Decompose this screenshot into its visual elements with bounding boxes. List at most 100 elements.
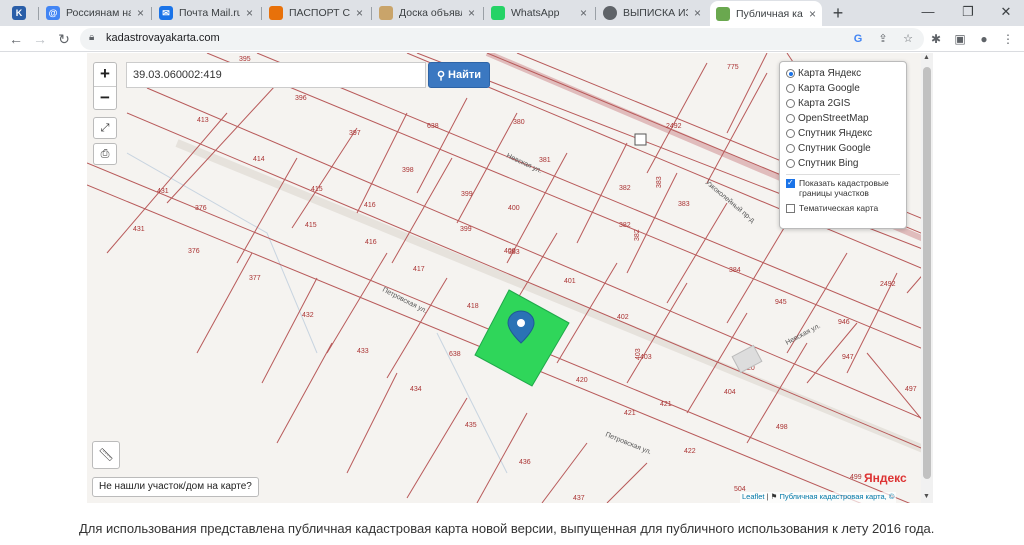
tab-publichnaya-karta[interactable]: Публичная карт × (710, 1, 822, 26)
back-button[interactable]: ← (6, 29, 26, 49)
parcel-boundary-line (416, 97, 468, 194)
menu-icon[interactable]: ⋮ (1000, 31, 1016, 47)
layer-option[interactable]: Карта Google (786, 81, 900, 96)
zoom-control: + − (93, 62, 117, 110)
google-icon[interactable]: G (850, 31, 866, 47)
checkbox-icon[interactable] (786, 178, 795, 188)
radio-icon[interactable] (786, 159, 795, 168)
parcel-label: 416 (364, 202, 376, 209)
radio-icon[interactable] (786, 84, 795, 93)
layer-option[interactable]: Карта Яндекс (786, 66, 900, 81)
side-panel-icon[interactable]: ▣ (952, 31, 968, 47)
profile-icon[interactable]: ● (976, 31, 992, 47)
close-window-button[interactable]: ✕ (986, 2, 1024, 22)
layer-option[interactable]: Спутник Bing (786, 156, 900, 171)
parcel-boundary-line (846, 272, 898, 374)
parcel-label: 638 (427, 123, 439, 130)
tab-label: Публичная карт (736, 7, 803, 20)
layer-option[interactable]: Спутник Google (786, 141, 900, 156)
parcel-label: 401 (564, 278, 576, 285)
parcel-label: 400 (504, 248, 516, 255)
parcel-label: 418 (467, 303, 479, 310)
parcel-label: 437 (573, 495, 585, 502)
address-bar[interactable]: 🔒︎ kadastrovayakarta.com G ⇪ ☆ (80, 28, 924, 50)
tab-whatsapp[interactable]: WhatsApp × (485, 2, 593, 24)
map-scroll-thumb[interactable] (923, 67, 931, 479)
layer-option[interactable]: Карта 2GIS (786, 96, 900, 111)
search-button-label: Найти (448, 69, 482, 81)
parcel-label: 2492 (666, 123, 682, 130)
print-icon[interactable]: ⎙ (93, 143, 117, 165)
yandex-logo: Яндекс (864, 471, 907, 485)
parcel-label: 434 (410, 386, 422, 393)
tab-rossiyanam[interactable]: @ Россиянам напо × (40, 2, 150, 24)
close-icon[interactable]: × (694, 6, 701, 20)
radio-icon[interactable] (786, 114, 795, 123)
parcel-label: 383 (656, 176, 663, 188)
kadastr-logo-icon: K (12, 6, 26, 20)
new-tab-button[interactable]: + (828, 3, 848, 23)
checkbox-icon[interactable] (786, 204, 795, 213)
street-label: Узкоколейный пр-д (704, 178, 757, 224)
leaflet-link[interactable]: Leaflet (742, 492, 765, 501)
tab-passport[interactable]: ПАСПОРТ СОБС × (263, 2, 369, 24)
parcel-label: 413 (197, 117, 209, 124)
ruler-icon[interactable]: 📏︎ (92, 441, 120, 469)
envelope-icon: ✉ (159, 6, 173, 20)
attribution-link[interactable]: Публичная кадастровая карта, © (780, 492, 895, 501)
parcel-label: 432 (302, 312, 314, 319)
restore-button[interactable]: ❐ (948, 2, 988, 22)
radio-icon[interactable] (786, 144, 795, 153)
close-icon[interactable]: × (580, 6, 587, 20)
layer-option[interactable]: Спутник Яндекс (786, 126, 900, 141)
tab-label: Доска объявле (399, 7, 462, 19)
not-found-button[interactable]: Не нашли участок/дом на карте? (92, 477, 259, 497)
parcel-label: 433 (357, 348, 369, 355)
extensions-icon[interactable]: ✱ (928, 31, 944, 47)
thematic-checkbox-row[interactable]: Тематическая карта (786, 203, 900, 213)
parcel-boundary-line (626, 172, 678, 274)
parcel-label: 638 (449, 351, 461, 358)
parcel-label: 404 (724, 389, 736, 396)
parcel-label: 399 (461, 191, 473, 198)
close-icon[interactable]: × (356, 6, 363, 20)
tab-kadastr[interactable]: K (6, 2, 36, 24)
fullscreen-icon[interactable]: ⤢ (93, 117, 117, 139)
map-scrollbar[interactable]: ▲ ▼ (921, 53, 933, 503)
share-icon[interactable]: ⇪ (875, 31, 891, 47)
parcel-label: 498 (776, 424, 788, 431)
close-icon[interactable]: × (137, 6, 144, 20)
scroll-up-icon[interactable]: ▲ (923, 54, 930, 61)
radio-icon[interactable] (786, 99, 795, 108)
close-icon[interactable]: × (809, 7, 816, 21)
parcel-label: 435 (465, 422, 477, 429)
checkbox-label: Показать кадастровые границы участков (799, 178, 889, 198)
zoom-out-button[interactable]: − (94, 86, 116, 109)
bookmark-star-icon[interactable]: ☆ (900, 31, 916, 47)
radio-icon[interactable] (786, 129, 795, 138)
tab-mail[interactable]: ✉ Почта Mail.ru × (153, 2, 259, 24)
search-icon: ⚲ (436, 69, 446, 82)
scroll-down-icon[interactable]: ▼ (923, 493, 930, 500)
parcel-label: 380 (513, 119, 525, 126)
parcel-label: 383 (678, 201, 690, 208)
close-icon[interactable]: × (246, 6, 253, 20)
parcel-label: 382 (619, 185, 631, 192)
layer-label: Спутник Bing (798, 158, 859, 169)
tab-vypiska[interactable]: ВЫПИСКА ИЗ Е × (597, 2, 707, 24)
forward-button[interactable]: → (30, 29, 50, 49)
reload-button[interactable]: ↻ (54, 29, 74, 49)
show-cadastral-checkbox-row[interactable]: Показать кадастровые границы участков (786, 178, 900, 198)
layer-option[interactable]: OpenStreetMap (786, 111, 900, 126)
close-icon[interactable]: × (468, 6, 475, 20)
tab-doska[interactable]: Доска объявле × (373, 2, 481, 24)
minimize-button[interactable]: — (908, 2, 948, 22)
radio-icon[interactable] (786, 69, 795, 78)
parcel-boundary-line (666, 202, 728, 304)
zoom-in-button[interactable]: + (94, 63, 116, 86)
map-attribution: Leaflet | ⚑ Публичная кадастровая карта,… (740, 492, 897, 503)
parcel-boundary-line (196, 252, 253, 354)
search-button[interactable]: ⚲ Найти (428, 62, 490, 88)
cadastral-search-input[interactable] (126, 62, 426, 88)
url-text: kadastrovayakarta.com (106, 32, 220, 44)
